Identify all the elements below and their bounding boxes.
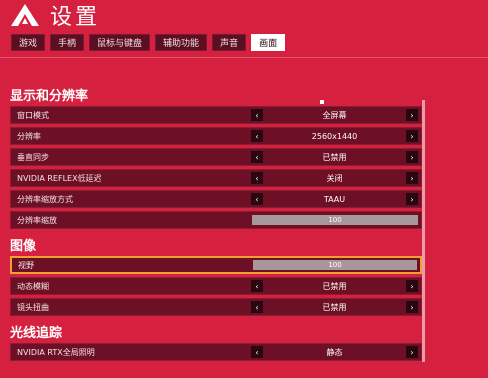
setting-label: 分辨率 bbox=[17, 131, 41, 141]
setting-rtx-gi[interactable]: NVIDIA RTX全局照明 ‹ 静态 › bbox=[10, 343, 422, 361]
left-arrow-icon[interactable]: ‹ bbox=[251, 130, 263, 142]
setting-value: TAAU bbox=[323, 194, 346, 204]
setting-label: 动态模糊 bbox=[17, 281, 49, 291]
resolution-scale-slider[interactable]: 100 bbox=[252, 215, 418, 225]
setting-value: 全屏幕 bbox=[322, 110, 347, 120]
right-arrow-icon[interactable]: › bbox=[406, 130, 418, 142]
tab-accessibility[interactable]: 辅助功能 bbox=[155, 34, 208, 51]
setting-label: 分辨率缩放方式 bbox=[17, 194, 73, 204]
right-arrow-icon[interactable]: › bbox=[406, 151, 418, 163]
left-arrow-icon[interactable]: ‹ bbox=[251, 301, 263, 313]
setting-vsync[interactable]: 垂直同步 ‹ 已禁用 › bbox=[10, 148, 422, 166]
setting-label: 分辨率缩放 bbox=[17, 215, 57, 225]
right-arrow-icon[interactable]: › bbox=[406, 172, 418, 184]
section-title-raytracing: 光线追踪 bbox=[10, 325, 63, 341]
tab-video[interactable]: 画面 bbox=[251, 34, 286, 51]
selector: ‹ 关闭 › bbox=[251, 170, 421, 186]
setting-label: NVIDIA RTX全局照明 bbox=[17, 347, 95, 357]
section-title-display: 显示和分辨率 bbox=[10, 88, 89, 104]
slider-control: 100 bbox=[251, 212, 421, 228]
left-arrow-icon[interactable]: ‹ bbox=[251, 280, 263, 292]
selector: ‹ TAAU › bbox=[251, 191, 421, 207]
header: 设置 bbox=[10, 0, 100, 30]
setting-value: 2560x1440 bbox=[311, 131, 358, 141]
setting-window-mode[interactable]: 窗口模式 ‹ 全屏幕 › bbox=[10, 106, 422, 124]
selector: ‹ 已禁用 › bbox=[251, 149, 421, 165]
setting-fov[interactable]: 视野 100 bbox=[10, 256, 422, 274]
setting-value: 关闭 bbox=[326, 173, 343, 183]
setting-resolution-scale[interactable]: 分辨率缩放 100 bbox=[10, 211, 422, 229]
right-arrow-icon[interactable]: › bbox=[406, 346, 418, 358]
selector: ‹ 静态 › bbox=[251, 344, 421, 360]
setting-value: 已禁用 bbox=[322, 302, 347, 312]
setting-label: 垂直同步 bbox=[17, 152, 49, 162]
section-title-image: 图像 bbox=[10, 238, 37, 254]
setting-label: 窗口模式 bbox=[17, 110, 49, 120]
setting-lens-distortion[interactable]: 镜头扭曲 ‹ 已禁用 › bbox=[10, 298, 422, 316]
setting-motion-blur[interactable]: 动态模糊 ‹ 已禁用 › bbox=[10, 277, 422, 295]
selector: ‹ 全屏幕 › bbox=[251, 107, 421, 123]
left-arrow-icon[interactable]: ‹ bbox=[251, 172, 263, 184]
scrollbar[interactable] bbox=[422, 100, 425, 362]
selector: ‹ 2560x1440 › bbox=[251, 128, 421, 144]
fov-slider[interactable]: 100 bbox=[253, 260, 417, 270]
setting-nvidia-reflex[interactable]: NVIDIA REFLEX低延迟 ‹ 关闭 › bbox=[10, 169, 422, 187]
setting-label: NVIDIA REFLEX低延迟 bbox=[17, 173, 102, 183]
setting-label: 镜头扭曲 bbox=[17, 302, 49, 312]
left-arrow-icon[interactable]: ‹ bbox=[251, 346, 263, 358]
slider-control: 100 bbox=[252, 258, 420, 272]
selector: ‹ 已禁用 › bbox=[251, 299, 421, 315]
setting-resolution[interactable]: 分辨率 ‹ 2560x1440 › bbox=[10, 127, 422, 145]
tab-game[interactable]: 游戏 bbox=[11, 34, 46, 51]
right-arrow-icon[interactable]: › bbox=[406, 280, 418, 292]
right-arrow-icon[interactable]: › bbox=[406, 301, 418, 313]
page-title: 设置 bbox=[50, 5, 101, 30]
setting-value: 已禁用 bbox=[322, 152, 347, 162]
setting-value: 已禁用 bbox=[322, 281, 347, 291]
slider-value: 100 bbox=[328, 216, 342, 224]
slider-value: 100 bbox=[328, 261, 342, 269]
apex-logo-icon bbox=[11, 4, 39, 26]
divider bbox=[0, 57, 488, 58]
setting-label: 视野 bbox=[18, 260, 34, 270]
tab-audio[interactable]: 声音 bbox=[212, 34, 247, 51]
left-arrow-icon[interactable]: ‹ bbox=[251, 151, 263, 163]
setting-value: 静态 bbox=[326, 347, 343, 357]
tab-controller[interactable]: 手柄 bbox=[50, 34, 85, 51]
right-arrow-icon[interactable]: › bbox=[406, 193, 418, 205]
tab-mouse-keyboard[interactable]: 鼠标与键盘 bbox=[89, 34, 151, 51]
selector: ‹ 已禁用 › bbox=[251, 278, 421, 294]
setting-resolution-scaling-method[interactable]: 分辨率缩放方式 ‹ TAAU › bbox=[10, 190, 422, 208]
left-arrow-icon[interactable]: ‹ bbox=[251, 193, 263, 205]
tab-bar: 游戏 手柄 鼠标与键盘 辅助功能 声音 画面 bbox=[11, 34, 286, 51]
settings-list: 显示和分辨率 窗口模式 ‹ 全屏幕 › 分辨率 ‹ 2560x1440 › 垂直… bbox=[10, 82, 422, 364]
left-arrow-icon[interactable]: ‹ bbox=[251, 109, 263, 121]
right-arrow-icon[interactable]: › bbox=[406, 109, 418, 121]
